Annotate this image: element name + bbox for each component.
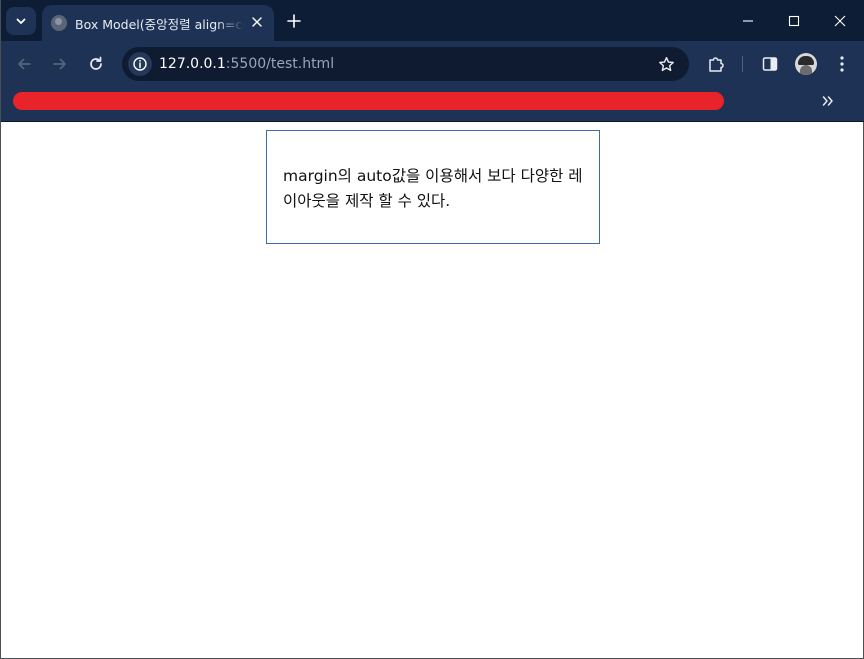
avatar[interactable] (795, 53, 817, 75)
url-path: :5500/test.html (225, 56, 335, 72)
globe-icon (51, 15, 67, 31)
reload-button[interactable] (83, 51, 109, 77)
info-icon (133, 57, 147, 71)
close-icon (252, 17, 262, 27)
maximize-icon (788, 15, 800, 26)
url-text[interactable]: 127.0.0.1:5500/test.html (159, 56, 334, 72)
reload-icon (90, 56, 102, 70)
toolbar-divider (742, 56, 743, 72)
close-window-button[interactable] (817, 0, 863, 41)
address-bar[interactable]: 127.0.0.1:5500/test.html (122, 47, 689, 81)
site-info-button[interactable] (128, 52, 152, 76)
double-chevron-right-icon (822, 96, 833, 106)
puzzle-icon (709, 57, 724, 72)
forward-button[interactable] (47, 51, 73, 77)
side-panel-icon (762, 57, 778, 71)
new-tab-button[interactable] (283, 10, 305, 32)
tab-strip: Box Model(중앙정렬 align=center) (1, 0, 864, 41)
back-button[interactable] (11, 51, 37, 77)
maximize-button[interactable] (771, 0, 817, 41)
browser-window: Box Model(중앙정렬 align=center) (0, 0, 864, 659)
plus-icon (287, 14, 301, 28)
tab-search-button[interactable] (6, 7, 36, 35)
page-viewport: margin의 auto값을 이용해서 보다 다양한 레이아웃을 제작 할 수 … (1, 122, 863, 658)
chevron-down-icon (15, 15, 27, 27)
minimize-icon (743, 19, 753, 22)
bookmark-star-button[interactable] (657, 55, 675, 73)
browser-menu-button[interactable] (831, 53, 853, 75)
redacted-bookmarks (13, 92, 724, 110)
bookmarks-bar (1, 88, 864, 122)
back-arrow-icon (18, 58, 31, 70)
star-icon (658, 56, 674, 71)
extensions-button[interactable] (705, 53, 727, 75)
minimize-button[interactable] (725, 0, 771, 41)
centered-box: margin의 auto값을 이용해서 보다 다양한 레이아웃을 제작 할 수 … (266, 130, 600, 244)
box-text: margin의 auto값을 이용해서 보다 다양한 레이아웃을 제작 할 수 … (283, 167, 583, 210)
bookmarks-overflow-button[interactable] (817, 90, 839, 112)
url-host: 127.0.0.1 (159, 56, 226, 72)
tab-title: Box Model(중앙정렬 align=center) (75, 16, 245, 32)
tab-close-button[interactable] (248, 13, 266, 31)
tab-active[interactable]: Box Model(중앙정렬 align=center) (42, 5, 274, 41)
forward-arrow-icon (53, 58, 66, 70)
kebab-menu-icon (840, 56, 844, 72)
side-panel-button[interactable] (759, 53, 781, 75)
close-icon (834, 15, 846, 26)
browser-toolbar: 127.0.0.1:5500/test.html (1, 41, 864, 88)
